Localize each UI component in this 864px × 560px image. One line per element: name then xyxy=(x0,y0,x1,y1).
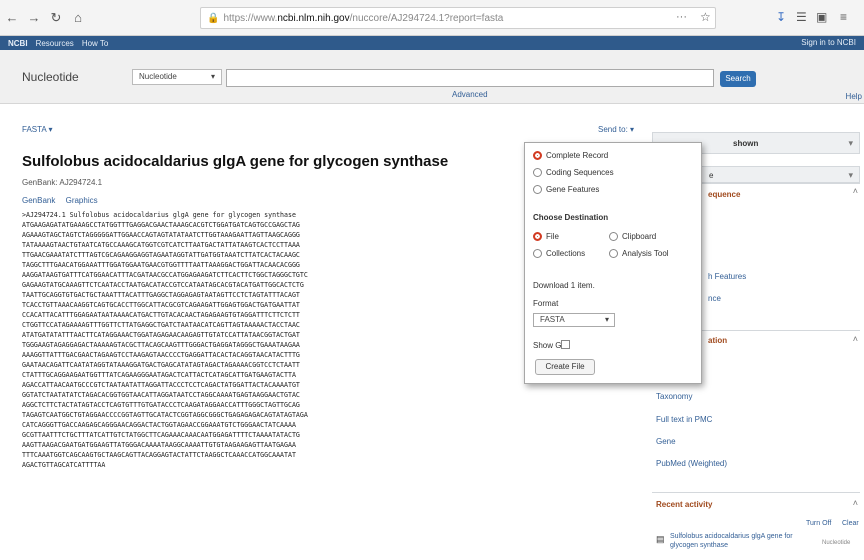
coding-sequences-label: Coding Sequences xyxy=(546,168,614,177)
url-path: /nuccore/AJ294724.1?report=fasta xyxy=(349,12,504,24)
related-gene-link[interactable]: Gene xyxy=(656,437,676,446)
divider xyxy=(652,492,860,493)
expand-icon[interactable]: ▾ xyxy=(848,170,853,181)
complete-record-label: Complete Record xyxy=(546,151,609,160)
show-gi-label: Show GI xyxy=(533,341,564,350)
ncbi-topbar: NCBI Resources How To Sign in to NCBI xyxy=(0,36,864,50)
page-actions-icon[interactable]: ··· xyxy=(676,11,687,23)
advanced-search-link[interactable]: Advanced xyxy=(452,90,488,99)
send-to-label: Send to: xyxy=(598,125,628,134)
related-pmc-link[interactable]: Full text in PMC xyxy=(656,415,712,424)
clipboard-label: Clipboard xyxy=(622,232,657,241)
database-title: Nucleotide xyxy=(22,70,79,84)
database-select-value: Nucleotide xyxy=(139,72,177,81)
format-link-label: FASTA xyxy=(22,125,47,134)
sequence-line: AGGCTCTTCTACTATAGTACCTCAGTGTTTGTGATACCCT… xyxy=(22,401,300,409)
format-label: Format xyxy=(533,299,559,308)
highlight-features-link[interactable]: h Features xyxy=(708,272,746,281)
related-pubmed-link[interactable]: PubMed (Weighted) xyxy=(656,459,727,468)
change-region-label: shown xyxy=(733,139,759,148)
radio-file[interactable] xyxy=(533,232,542,241)
articles-heading: ation xyxy=(708,336,728,345)
lock-icon: 🔒 xyxy=(207,12,220,24)
search-area: Nucleotide Nucleotide ▾ Search Advanced … xyxy=(0,50,864,104)
back-arrow-icon[interactable]: ← xyxy=(2,8,22,28)
recent-item-db: Nucleotide xyxy=(822,540,851,546)
document-icon: ▤ xyxy=(656,534,665,544)
chevron-down-icon: ▾ xyxy=(210,72,215,81)
collapse-icon[interactable]: ˄ xyxy=(853,498,858,508)
collapse-icon[interactable]: ˄ xyxy=(853,334,858,344)
send-to-button[interactable]: Send to: ▾ xyxy=(598,125,634,134)
database-select[interactable]: Nucleotide ▾ xyxy=(132,69,222,85)
url-prefix: https://www. xyxy=(223,12,278,24)
sequence-line: CATCAGGGTTGACCAAGAGCAGGGAACAGGACTACTGGTA… xyxy=(22,421,296,429)
radio-analysis-tool[interactable] xyxy=(609,249,618,258)
create-file-button[interactable]: Create File xyxy=(535,359,595,375)
collapse-icon[interactable]: ˄ xyxy=(853,186,858,196)
gene-features-label: Gene Features xyxy=(546,185,600,194)
sequence-line: TAGAGTCAATGGCTGTAGGAACCCCGGTAGTTGCATACTC… xyxy=(22,411,308,419)
radio-collections[interactable] xyxy=(533,249,542,258)
download-count: Download 1 item. xyxy=(533,281,595,290)
clear-link[interactable]: Clear xyxy=(842,520,859,527)
format-link[interactable]: FASTA ▾ xyxy=(22,125,53,134)
sequence-line: TTTCAAATGGTCAGCAAGTGCTAAGCAGTTACAGGAGTAC… xyxy=(22,451,296,459)
genbank-id: GenBank: AJ294724.1 xyxy=(22,178,103,187)
downloads-icon[interactable]: ↧ xyxy=(776,10,786,24)
recent-item-link[interactable]: Sulfolobus acidocaldarius glgA gene for … xyxy=(670,532,810,550)
graphics-link[interactable]: Graphics xyxy=(66,196,98,205)
radio-gene-features[interactable] xyxy=(533,185,542,194)
analyze-sequence-heading: equence xyxy=(708,190,741,199)
file-label: File xyxy=(546,232,559,241)
format-select-value: FASTA xyxy=(540,315,565,324)
resources-menu[interactable]: Resources xyxy=(36,39,74,48)
menu-icon[interactable]: ≡ xyxy=(840,10,847,24)
help-link[interactable]: Help xyxy=(846,92,862,101)
expand-icon[interactable]: ▾ xyxy=(848,138,853,149)
recent-activity-heading: Recent activity xyxy=(656,500,713,509)
sequence-line: AAGTTAAGACGAATGATGGAAGTTATGGGACAAAATAAGG… xyxy=(22,441,296,449)
genbank-link[interactable]: GenBank xyxy=(22,196,55,205)
customize-view-label: e xyxy=(709,171,714,180)
turn-off-link[interactable]: Turn Off xyxy=(806,520,831,527)
related-taxonomy-link[interactable]: Taxonomy xyxy=(656,392,692,401)
analysis-tool-label: Analysis Tool xyxy=(622,249,669,258)
tool-link[interactable]: nce xyxy=(708,294,721,303)
sequence-line: AGACTGTTAGCATCATTTTAA xyxy=(22,461,106,469)
radio-clipboard[interactable] xyxy=(609,232,618,241)
how-to-menu[interactable]: How To xyxy=(82,39,109,48)
search-input[interactable] xyxy=(226,69,714,87)
bookmark-star-icon[interactable]: ☆ xyxy=(700,10,711,24)
page-title: Sulfolobus acidocaldarius glgA gene for … xyxy=(22,153,449,170)
address-bar[interactable]: 🔒 https://www. ncbi.nlm.nih.gov/nuccore/A… xyxy=(200,7,716,29)
ncbi-logo[interactable]: NCBI xyxy=(8,39,28,48)
sign-in-link[interactable]: Sign in to NCBI xyxy=(801,38,856,47)
reload-icon[interactable]: ↻ xyxy=(46,8,66,28)
radio-coding-sequences[interactable] xyxy=(533,168,542,177)
search-button[interactable]: Search xyxy=(720,71,756,87)
sequence-line: GCGTTAATTTCTGCTTTATCATTGTCTATGGCTTCAGAAA… xyxy=(22,431,300,439)
chevron-down-icon: ▾ xyxy=(604,315,609,324)
record-links: GenBank Graphics xyxy=(22,196,106,205)
collections-label: Collections xyxy=(546,249,586,258)
url-host: ncbi.nlm.nih.gov xyxy=(277,12,350,24)
sequence-line: GGTATCTAATATATCTAGACACGGTGGTAACATTAGGATA… xyxy=(22,391,300,399)
forward-arrow-icon[interactable]: → xyxy=(24,8,44,28)
browser-toolbar: ← → ↻ ⌂ 🔒 https://www. ncbi.nlm.nih.gov/n… xyxy=(0,0,864,36)
format-select[interactable]: FASTA ▾ xyxy=(533,313,615,327)
sidebar-toggle-icon[interactable]: ▣ xyxy=(816,10,827,24)
choose-destination-heading: Choose Destination xyxy=(533,213,609,222)
show-gi-checkbox[interactable] xyxy=(561,340,570,349)
home-icon[interactable]: ⌂ xyxy=(68,8,88,28)
library-icon[interactable]: ☰ xyxy=(796,10,807,24)
send-to-popup: Complete Record Coding Sequences Gene Fe… xyxy=(524,142,702,384)
radio-complete-record[interactable] xyxy=(533,151,542,160)
